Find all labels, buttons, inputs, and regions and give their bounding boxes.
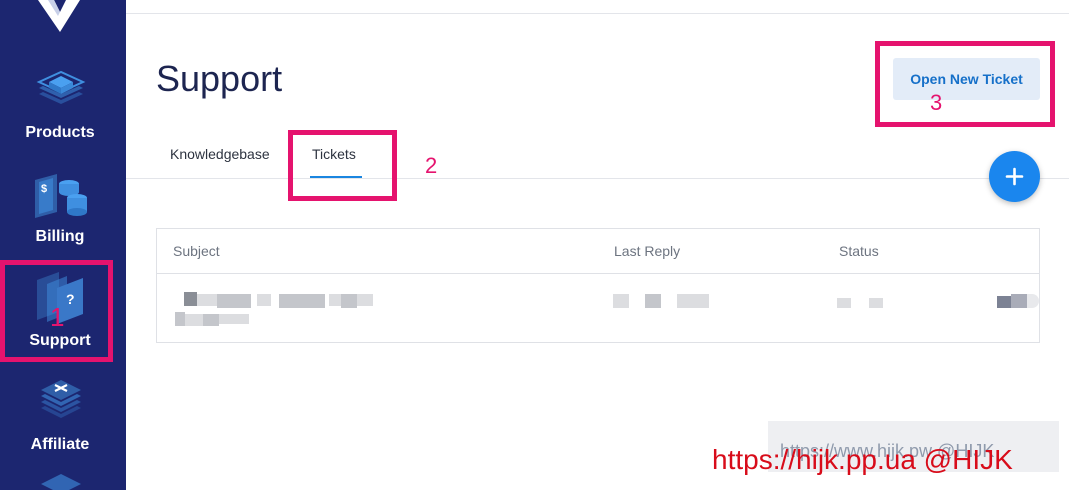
affiliate-icon	[41, 380, 81, 418]
annotation-step-3: 3	[930, 90, 943, 115]
layers-icon	[36, 70, 86, 104]
plus-icon	[1005, 167, 1024, 186]
sidebar-item-label: Affiliate	[30, 436, 90, 453]
tickets-table: Subject Last Reply Status	[156, 228, 1040, 343]
sidebar-item-affiliate[interactable]: Affiliate	[0, 374, 126, 478]
sidebar-item-billing[interactable]: $ Billing	[0, 170, 126, 274]
sidebar-item-label: Billing	[35, 228, 85, 245]
table-header: Subject Last Reply Status	[157, 229, 1039, 274]
column-header-status[interactable]: Status	[839, 243, 879, 259]
sidebar-item-label: Products	[25, 124, 95, 141]
logo-icon[interactable]	[36, 0, 82, 32]
svg-text:$: $	[41, 183, 47, 195]
annotation-step-1: 1	[50, 302, 65, 332]
tabs-divider	[126, 178, 1069, 179]
highlight-open-ticket	[875, 41, 1055, 127]
highlight-tickets-tab	[288, 130, 397, 201]
add-ticket-button[interactable]	[989, 151, 1040, 202]
layers-icon	[41, 474, 81, 490]
sidebar-item-products[interactable]: Products	[0, 62, 126, 166]
watermark-main: https://hijk.pp.ua @HIJK	[712, 444, 1013, 475]
table-row[interactable]	[157, 274, 1039, 342]
column-header-subject[interactable]: Subject	[173, 243, 220, 259]
sidebar: Products $ Billing ? Support Affiliate	[0, 0, 126, 490]
tab-knowledgebase[interactable]: Knowledgebase	[170, 146, 270, 162]
page-title: Support	[156, 58, 283, 99]
top-header	[126, 0, 1069, 14]
sidebar-item-more[interactable]	[0, 474, 126, 490]
column-header-last-reply[interactable]: Last Reply	[614, 243, 680, 259]
annotation-step-2: 2	[425, 153, 438, 178]
billing-icon: $	[35, 174, 87, 218]
